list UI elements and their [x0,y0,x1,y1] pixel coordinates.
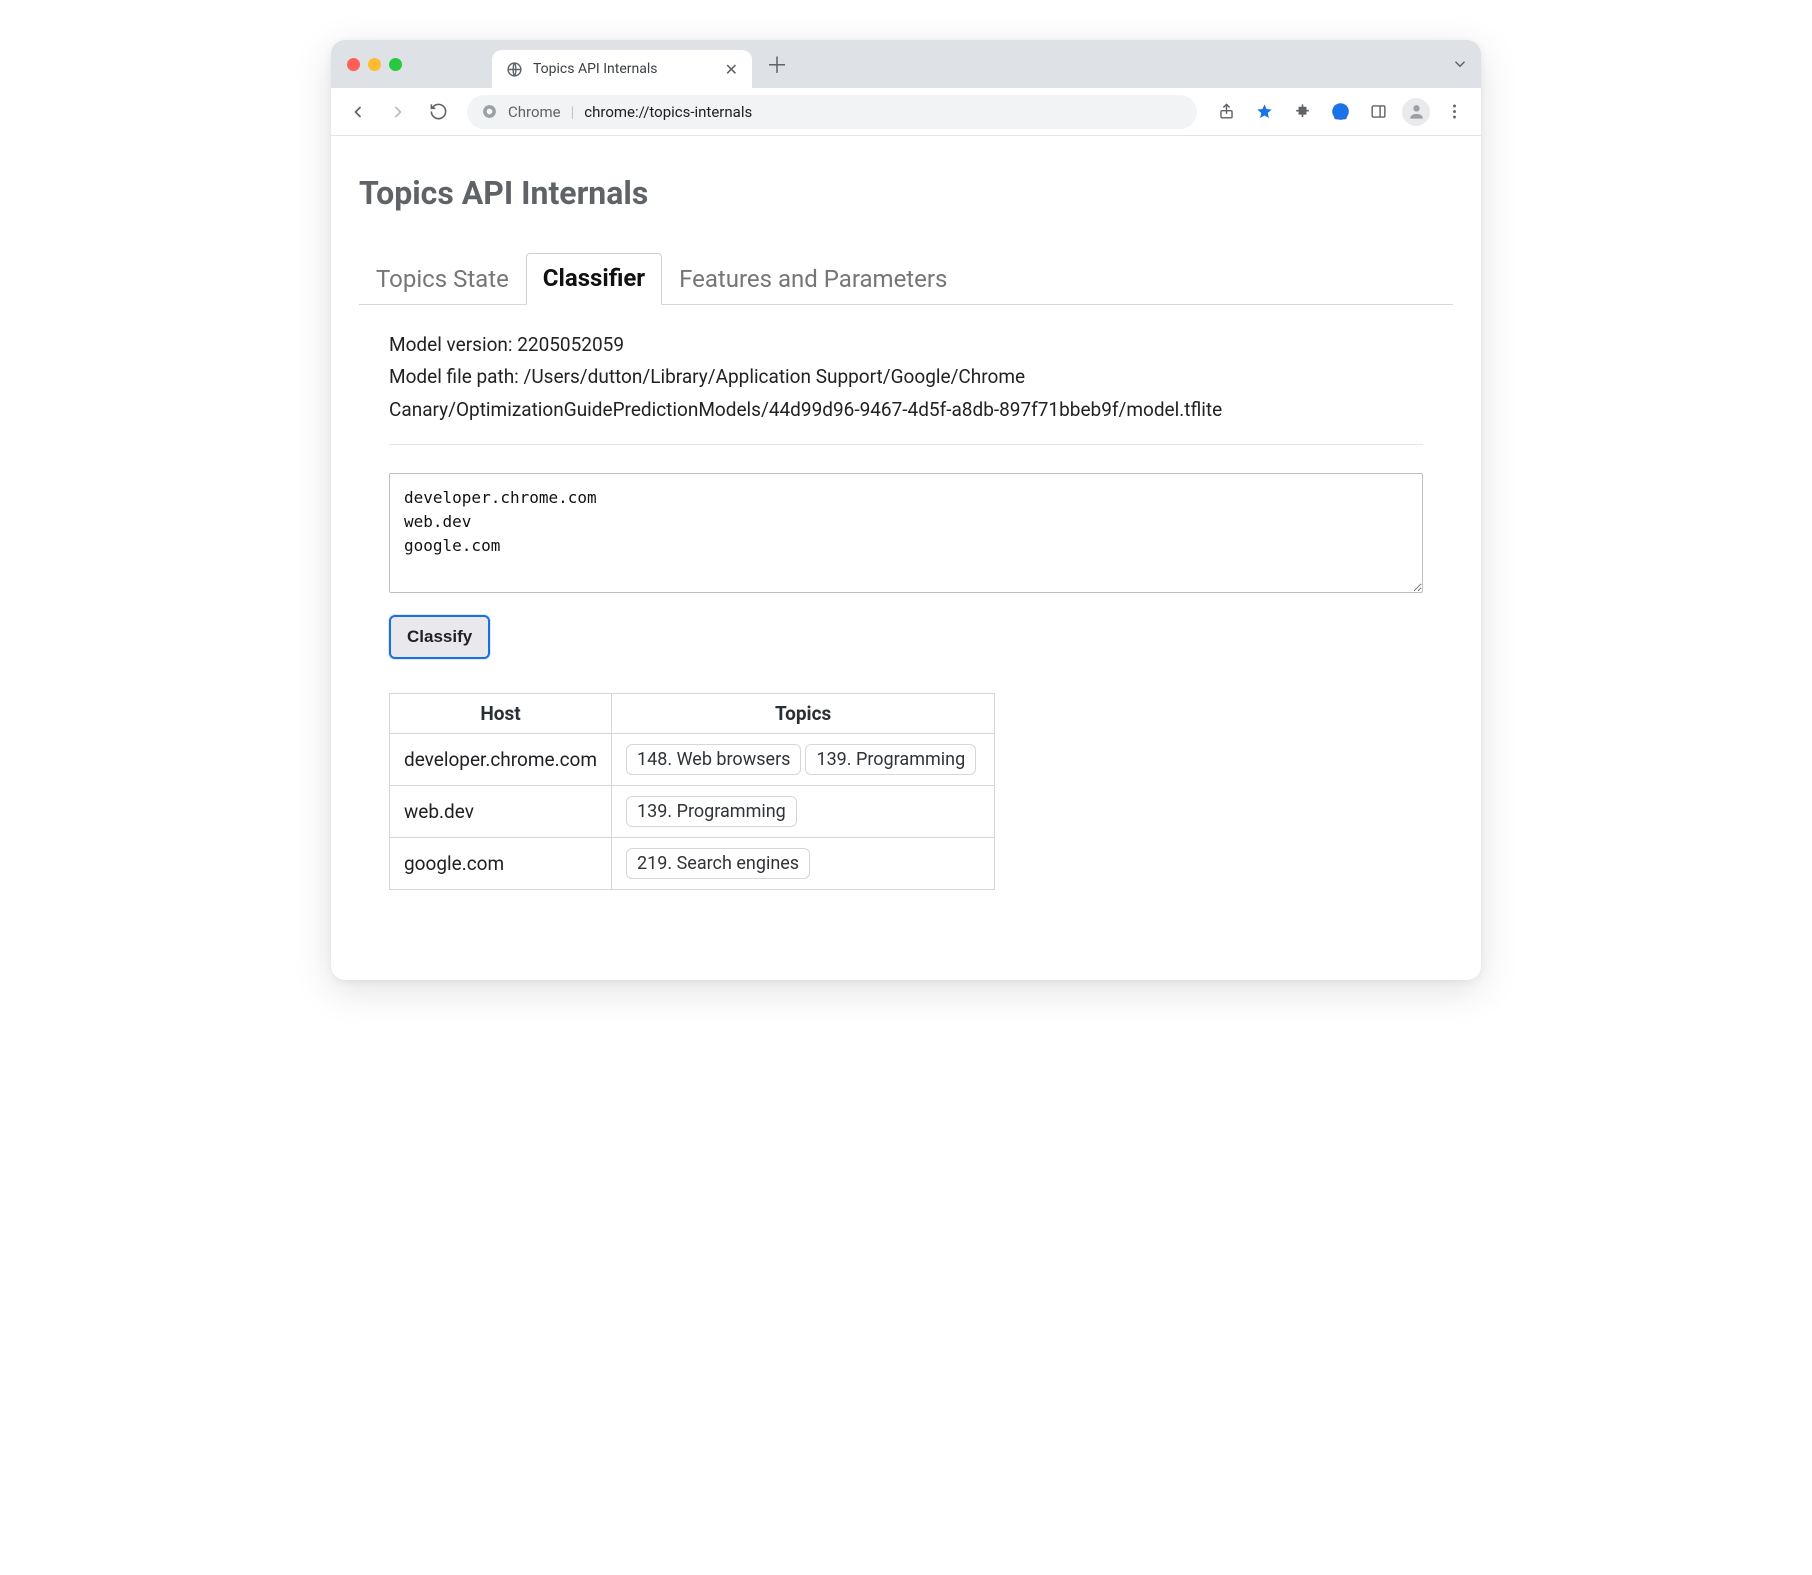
bookmark-star-icon[interactable] [1247,95,1281,129]
tab-classifier[interactable]: Classifier [526,253,662,305]
classify-button[interactable]: Classify [389,615,490,659]
table-cell-host: google.com [390,837,612,889]
back-button[interactable] [341,95,375,129]
page-title: Topics API Internals [359,174,1453,212]
browser-tab-title: Topics API Internals [533,61,657,77]
share-button[interactable] [1209,95,1243,129]
profile-button[interactable] [1399,95,1433,129]
tab-topics-state[interactable]: Topics State [359,254,526,305]
topic-chip: 139. Programming [805,744,976,775]
tab-close-icon[interactable]: ✕ [725,60,738,79]
model-info: Model version: 2205052059 Model file pat… [389,329,1423,445]
toolbar: Chrome | chrome://topics-internals [331,88,1481,136]
topic-chip: 148. Web browsers [626,744,801,775]
table-row: web.dev 139. Programming [390,785,995,837]
model-version-label: Model version: [389,333,513,356]
model-path-label: Model file path: [389,365,519,388]
forward-button[interactable] [381,95,415,129]
omnibox-origin: Chrome [508,103,561,121]
chrome-icon [481,103,498,120]
kebab-menu-icon[interactable] [1437,95,1471,129]
labs-icon[interactable] [1323,95,1357,129]
topic-chip: 139. Programming [626,796,797,827]
table-cell-topics: 219. Search engines [612,837,995,889]
window-maximize-button[interactable] [389,58,402,71]
results-table: Host Topics developer.chrome.com148. Web… [389,693,995,890]
page-content: Topics API Internals Topics State Classi… [331,136,1481,980]
table-cell-topics: 148. Web browsers139. Programming [612,733,995,785]
model-version-value: 2205052059 [517,333,624,356]
reload-button[interactable] [421,95,455,129]
browser-tab[interactable]: Topics API Internals ✕ [492,50,752,88]
titlebar: Topics API Internals ✕ ＋ [331,40,1481,88]
table-row: google.com 219. Search engines [390,837,995,889]
toolbar-right [1209,95,1471,129]
hosts-textarea[interactable] [389,473,1423,593]
table-cell-host: web.dev [390,785,612,837]
table-cell-host: developer.chrome.com [390,733,612,785]
classifier-panel: Model version: 2205052059 Model file pat… [359,305,1453,900]
page-tabs: Topics State Classifier Features and Par… [359,252,1453,305]
omnibox[interactable]: Chrome | chrome://topics-internals [467,95,1197,129]
results-tbody: developer.chrome.com148. Web browsers139… [390,733,995,889]
avatar-icon [1402,98,1430,126]
table-header-host: Host [390,693,612,733]
window-controls [347,58,402,71]
table-header-topics: Topics [612,693,995,733]
tab-features-parameters[interactable]: Features and Parameters [662,254,964,305]
window-close-button[interactable] [347,58,360,71]
browser-window: Topics API Internals ✕ ＋ Chrome | chrome… [331,40,1481,980]
table-row: developer.chrome.com148. Web browsers139… [390,733,995,785]
omnibox-separator: | [571,103,575,121]
extensions-icon[interactable] [1285,95,1319,129]
topic-chip: 219. Search engines [626,848,810,879]
side-panel-icon[interactable] [1361,95,1395,129]
new-tab-button[interactable]: ＋ [766,48,788,80]
tabs-dropdown-icon[interactable] [1451,55,1469,73]
omnibox-path: chrome://topics-internals [584,103,752,121]
table-cell-topics: 139. Programming [612,785,995,837]
window-minimize-button[interactable] [368,58,381,71]
globe-icon [506,61,523,78]
